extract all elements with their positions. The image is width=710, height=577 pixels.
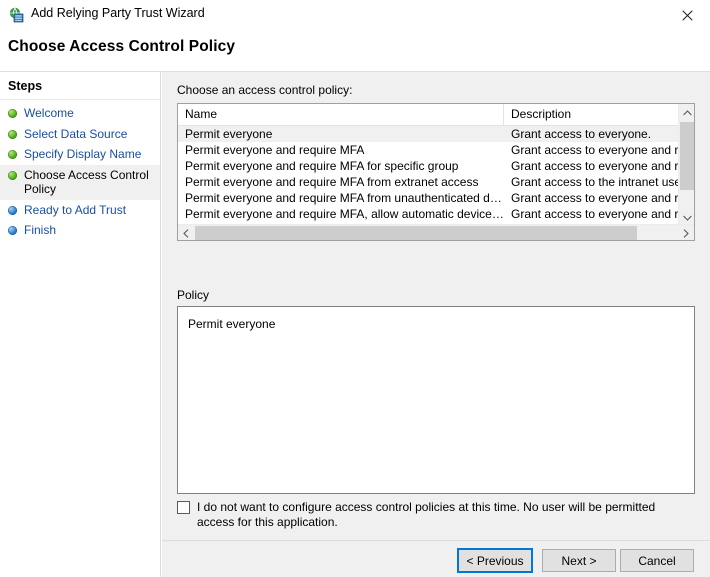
cell-name: Permit everyone and require MFA [178, 143, 504, 157]
policy-value: Permit everyone [188, 317, 275, 331]
table-row[interactable]: Permit everyone Grant access to everyone… [178, 126, 680, 142]
table-row[interactable]: Permit everyone and require MFA from ext… [178, 174, 680, 190]
page-title: Choose Access Control Policy [8, 38, 235, 56]
window-title: Add Relying Party Trust Wizard [31, 6, 205, 20]
list-rows: Permit everyone Grant access to everyone… [178, 126, 680, 226]
content-pane: Choose an access control policy: Name De… [162, 72, 710, 540]
policy-label: Policy [177, 288, 209, 302]
step-bullet-icon [8, 226, 17, 235]
previous-button[interactable]: < Previous [458, 549, 532, 572]
adfs-globe-icon [9, 7, 25, 23]
steps-title: Steps [8, 79, 42, 93]
cell-description: Grant access to everyone and requir [504, 143, 680, 157]
horizontal-scroll-thumb[interactable] [195, 226, 637, 240]
cell-description: Grant access to everyone and requir [504, 207, 680, 221]
sidebar-item-label: Welcome [24, 106, 74, 121]
sidebar-item-label: Select Data Source [24, 127, 127, 142]
chevron-left-icon[interactable] [178, 225, 194, 241]
cell-name: Permit everyone and require MFA from una… [178, 191, 504, 205]
table-row[interactable]: Permit everyone and require MFA, allow a… [178, 206, 680, 222]
chevron-right-icon[interactable] [678, 225, 694, 241]
cell-name: Permit everyone and require MFA, allow a… [178, 207, 504, 221]
column-header-description[interactable]: Description [504, 104, 679, 125]
sidebar-item-specify-display-name[interactable]: Specify Display Name [0, 144, 160, 165]
cell-description: Grant access to everyone and requir [504, 159, 680, 173]
steps-sidebar: Steps Welcome Select Data Source Specify… [0, 72, 161, 577]
skip-policy-checkbox-row[interactable]: I do not want to configure access contro… [177, 500, 695, 529]
next-button[interactable]: Next > [542, 549, 616, 572]
list-header: Name Description [178, 104, 695, 126]
steps-divider [0, 99, 160, 100]
list-vertical-scrollbar[interactable] [678, 104, 694, 226]
close-button[interactable] [664, 0, 710, 30]
step-bullet-icon [8, 130, 17, 139]
vertical-scroll-thumb[interactable] [680, 122, 694, 190]
sidebar-item-select-data-source[interactable]: Select Data Source [0, 124, 160, 145]
policy-prompt-label: Choose an access control policy: [177, 83, 352, 97]
cell-description: Grant access to everyone. [504, 127, 680, 141]
step-bullet-icon [8, 109, 17, 118]
step-bullet-icon [8, 171, 17, 180]
cell-name: Permit everyone and require MFA from ext… [178, 175, 504, 189]
cancel-button[interactable]: Cancel [620, 549, 694, 572]
sidebar-item-label: Finish [24, 223, 56, 238]
cell-description: Grant access to everyone and requir [504, 191, 680, 205]
sidebar-item-label: Ready to Add Trust [24, 203, 126, 218]
steps-list: Welcome Select Data Source Specify Displ… [0, 103, 160, 241]
table-row[interactable]: Permit everyone and require MFA Grant ac… [178, 142, 680, 158]
list-horizontal-scrollbar[interactable] [178, 224, 694, 240]
close-icon [682, 10, 693, 21]
skip-policy-checkbox-label: I do not want to configure access contro… [197, 500, 691, 529]
sidebar-item-choose-access-control-policy[interactable]: Choose Access Control Policy [0, 165, 160, 200]
button-bar: < Previous Next > Cancel [162, 540, 710, 577]
sidebar-item-label: Choose Access Control Policy [24, 168, 154, 197]
column-header-name[interactable]: Name [178, 104, 504, 125]
chevron-up-icon[interactable] [679, 104, 695, 121]
table-row[interactable]: Permit everyone and require MFA from una… [178, 190, 680, 206]
access-control-policy-list[interactable]: Name Description Permit everyone Grant a… [177, 103, 695, 241]
table-row[interactable]: Permit everyone and require MFA for spec… [178, 158, 680, 174]
step-bullet-icon [8, 206, 17, 215]
sidebar-item-finish[interactable]: Finish [0, 220, 160, 241]
sidebar-item-label: Specify Display Name [24, 147, 141, 162]
sidebar-item-welcome[interactable]: Welcome [0, 103, 160, 124]
sidebar-item-ready-to-add-trust[interactable]: Ready to Add Trust [0, 200, 160, 221]
cell-name: Permit everyone [178, 127, 504, 141]
policy-detail-box: Permit everyone [177, 306, 695, 494]
title-bar: Add Relying Party Trust Wizard [0, 0, 710, 30]
step-bullet-icon [8, 150, 17, 159]
cell-description: Grant access to the intranet users an [504, 175, 680, 189]
skip-policy-checkbox[interactable] [177, 501, 190, 514]
cell-name: Permit everyone and require MFA for spec… [178, 159, 504, 173]
